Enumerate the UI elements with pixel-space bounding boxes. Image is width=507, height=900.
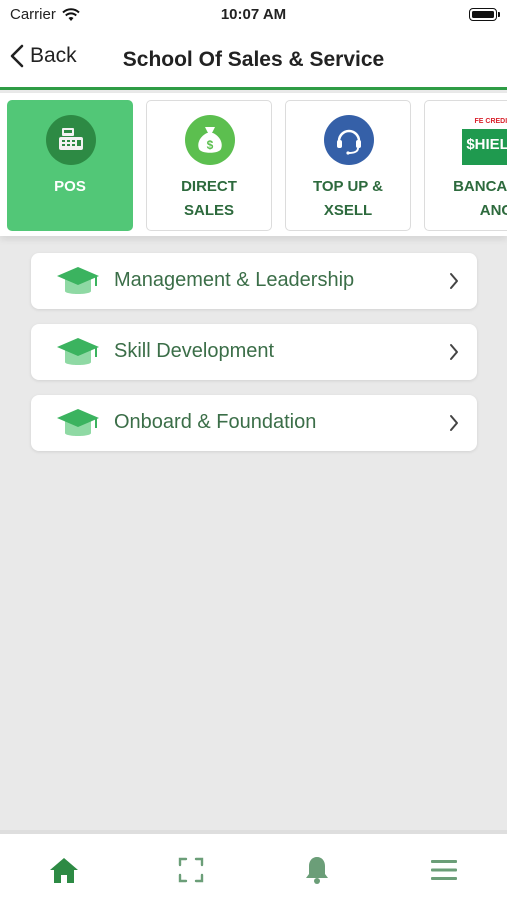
category-label: POS bbox=[54, 178, 86, 195]
course-label: Onboard & Foundation bbox=[114, 411, 317, 433]
category-label: BANCASSUR ANCE bbox=[453, 178, 507, 219]
shield-logo-top-text: FE CREDIT bbox=[462, 115, 507, 129]
cash-register-icon bbox=[46, 115, 96, 165]
status-bar: Carrier 10:07 AM bbox=[0, 0, 507, 30]
shield-logo-main-text: $HIELD bbox=[466, 136, 507, 153]
tab-home[interactable] bbox=[46, 852, 82, 888]
chevron-right-icon bbox=[450, 344, 458, 360]
chevron-right-icon bbox=[450, 415, 458, 431]
graduation-cap-icon bbox=[57, 267, 99, 294]
scan-icon bbox=[178, 857, 204, 883]
nav-bar: Back School Of Sales & Service bbox=[0, 30, 507, 90]
battery-icon bbox=[469, 8, 500, 21]
shield-logo: FE CREDIT $HIELD bbox=[462, 115, 507, 165]
course-label: Management & Leadership bbox=[114, 269, 355, 291]
home-icon bbox=[50, 858, 78, 883]
category-label: DIRECT SALES bbox=[181, 178, 237, 219]
category-card-bancassurance[interactable]: FE CREDIT $HIELD BANCASSUR ANCE bbox=[424, 100, 507, 231]
list-item-onboard-foundation[interactable]: Onboard & Foundation bbox=[31, 395, 477, 451]
tab-bar bbox=[0, 830, 507, 900]
list-item-skill-development[interactable]: Skill Development bbox=[31, 324, 477, 380]
bell-icon bbox=[306, 857, 328, 884]
svg-text:$: $ bbox=[207, 138, 214, 152]
category-card-pos[interactable]: POS bbox=[7, 100, 133, 231]
menu-icon bbox=[431, 860, 457, 880]
chevron-right-icon bbox=[450, 273, 458, 289]
course-label: Skill Development bbox=[114, 340, 275, 362]
tab-menu[interactable] bbox=[426, 852, 462, 888]
list-item-management-leadership[interactable]: Management & Leadership bbox=[31, 253, 477, 309]
category-strip[interactable]: POS $ DIRECT SALES TOP UP & XSELL FE CRE… bbox=[0, 93, 507, 236]
graduation-cap-icon bbox=[57, 338, 99, 365]
graduation-cap-icon bbox=[57, 409, 99, 436]
status-time: 10:07 AM bbox=[220, 6, 287, 23]
tab-notifications[interactable] bbox=[299, 852, 335, 888]
headset-icon bbox=[324, 115, 374, 165]
category-card-direct-sales[interactable]: $ DIRECT SALES bbox=[146, 100, 272, 231]
money-bag-icon: $ bbox=[185, 115, 235, 165]
tab-scan[interactable] bbox=[173, 852, 209, 888]
course-list: Management & Leadership Skill Developmen… bbox=[31, 253, 477, 466]
category-label: TOP UP & XSELL bbox=[312, 178, 384, 219]
category-card-top-up-xsell[interactable]: TOP UP & XSELL bbox=[285, 100, 411, 231]
page-title: School Of Sales & Service bbox=[122, 48, 385, 71]
